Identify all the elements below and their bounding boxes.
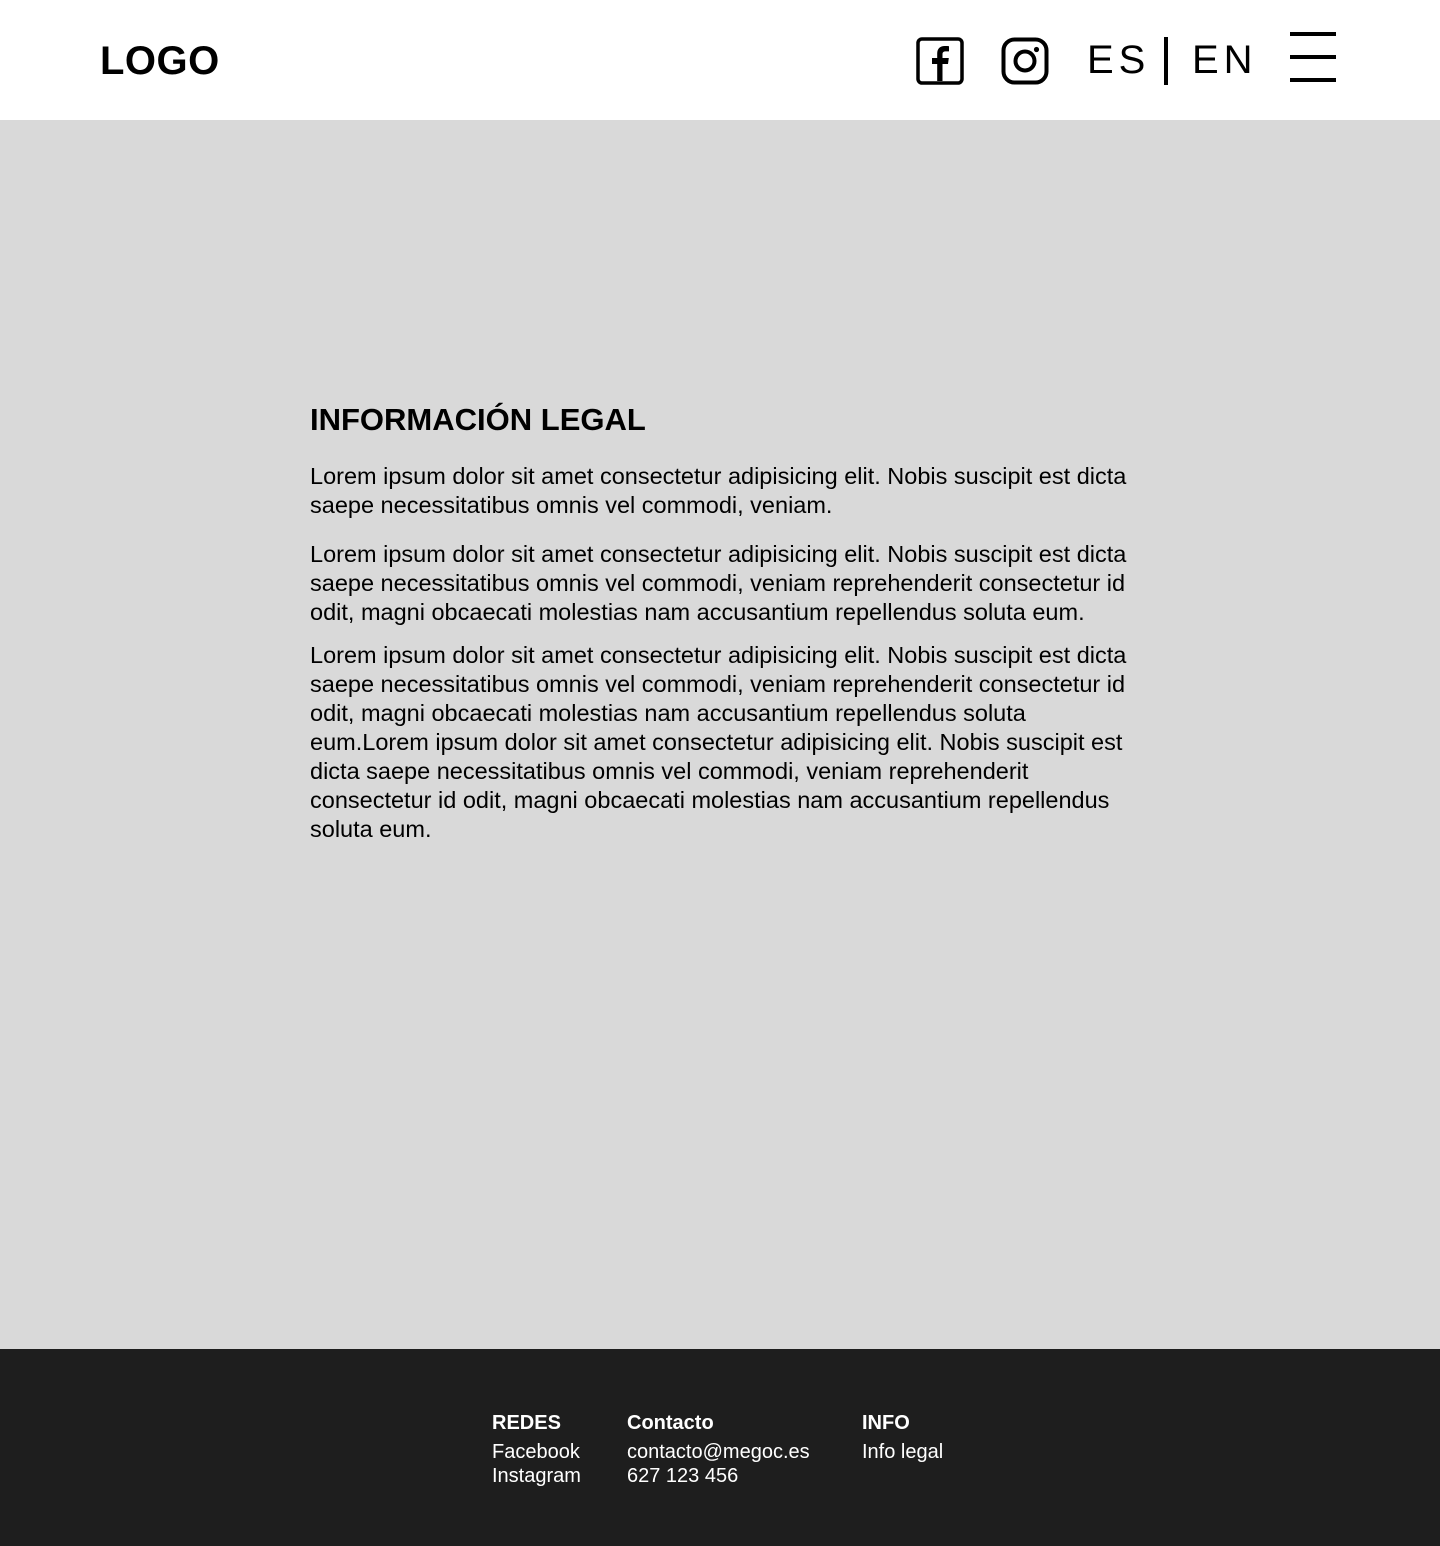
instagram-icon[interactable] — [1001, 37, 1049, 85]
footer-link-phone[interactable]: 627 123 456 — [627, 1464, 810, 1488]
footer-link-email[interactable]: contacto@megoc.es — [627, 1440, 810, 1464]
site-header: LOGO ES EN — [0, 0, 1440, 120]
footer-link-info-legal[interactable]: Info legal — [862, 1440, 943, 1464]
lang-es-button[interactable]: ES — [1087, 36, 1150, 84]
page-title: INFORMACIÓN LEGAL — [310, 402, 646, 437]
main-content: INFORMACIÓN LEGAL Lorem ipsum dolor sit … — [0, 120, 1440, 1349]
menu-bar — [1290, 78, 1336, 82]
footer-col-redes: REDES Facebook Instagram — [492, 1411, 581, 1488]
footer-link-facebook[interactable]: Facebook — [492, 1440, 581, 1464]
footer-heading-redes: REDES — [492, 1412, 561, 1434]
menu-bar — [1290, 32, 1336, 36]
hamburger-menu-icon[interactable] — [1290, 32, 1336, 84]
menu-bar — [1290, 55, 1336, 59]
lang-divider — [1164, 37, 1168, 85]
legal-info-section: INFORMACIÓN LEGAL Lorem ipsum dolor sit … — [310, 400, 1140, 844]
site-footer: REDES Facebook Instagram Contacto contac… — [0, 1349, 1440, 1546]
footer-heading-info: INFO — [862, 1412, 910, 1434]
lang-en-button[interactable]: EN — [1192, 36, 1258, 84]
page: LOGO ES EN INFORMACIÓN LEGAL Lorem ipsum… — [0, 0, 1440, 1546]
footer-link-instagram[interactable]: Instagram — [492, 1464, 581, 1488]
footer-col-contacto: Contacto contacto@megoc.es 627 123 456 — [627, 1411, 810, 1488]
paragraph: Lorem ipsum dolor sit amet consectetur a… — [310, 541, 1127, 625]
header-nav: ES EN — [0, 0, 1440, 120]
footer-heading-contacto: Contacto — [627, 1412, 714, 1434]
footer-col-info: INFO Info legal — [862, 1411, 943, 1464]
paragraph: Lorem ipsum dolor sit amet consectetur a… — [310, 463, 1127, 518]
facebook-icon[interactable] — [916, 37, 964, 85]
paragraph: Lorem ipsum dolor sit amet consectetur a… — [310, 642, 1127, 842]
